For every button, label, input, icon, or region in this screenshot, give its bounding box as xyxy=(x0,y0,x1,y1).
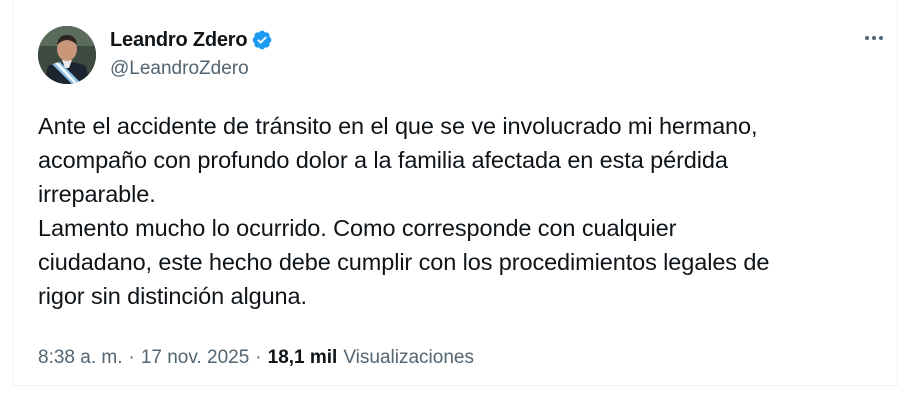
meta-separator: · xyxy=(128,347,135,368)
avatar-image xyxy=(38,26,96,84)
more-dot xyxy=(865,36,869,40)
tweet-text: Ante el accidente de tránsito en el que … xyxy=(38,109,878,313)
verified-badge-icon[interactable] xyxy=(251,29,273,51)
tweet-text-line: Lamento mucho lo ocurrido. Como correspo… xyxy=(38,215,677,241)
tweet-text-line: Ante el accidente de tránsito en el que … xyxy=(38,113,758,139)
author-display-name[interactable]: Leandro Zdero xyxy=(110,29,248,52)
meta-separator: · xyxy=(255,347,262,368)
tweet-date[interactable]: 17 nov. 2025 xyxy=(141,347,249,369)
tweet-text-line: irreparable. xyxy=(38,181,156,207)
tweet-text-line: ciudadano, este hecho debe cumplir con l… xyxy=(38,249,770,275)
tweet-card: Leandro Zdero @LeandroZdero Ante el acci… xyxy=(12,0,898,386)
tweet-time[interactable]: 8:38 a. m. xyxy=(38,347,123,369)
views-label: Visualizaciones xyxy=(343,347,474,368)
avatar[interactable] xyxy=(38,26,96,84)
more-dot xyxy=(879,36,883,40)
tweet-meta: 8:38 a. m. · 17 nov. 2025 · 18,1 mil Vis… xyxy=(38,347,474,369)
tweet-text-line: acompaño con profundo dolor a la familia… xyxy=(38,147,728,173)
more-dot xyxy=(872,36,876,40)
author-name-row[interactable]: Leandro Zdero xyxy=(110,27,273,53)
views-count: 18,1 mil xyxy=(267,347,338,368)
tweet-text-line: rigor sin distinción alguna. xyxy=(38,283,307,309)
more-options-icon[interactable] xyxy=(859,26,889,50)
author-handle[interactable]: @LeandroZdero xyxy=(110,58,249,80)
